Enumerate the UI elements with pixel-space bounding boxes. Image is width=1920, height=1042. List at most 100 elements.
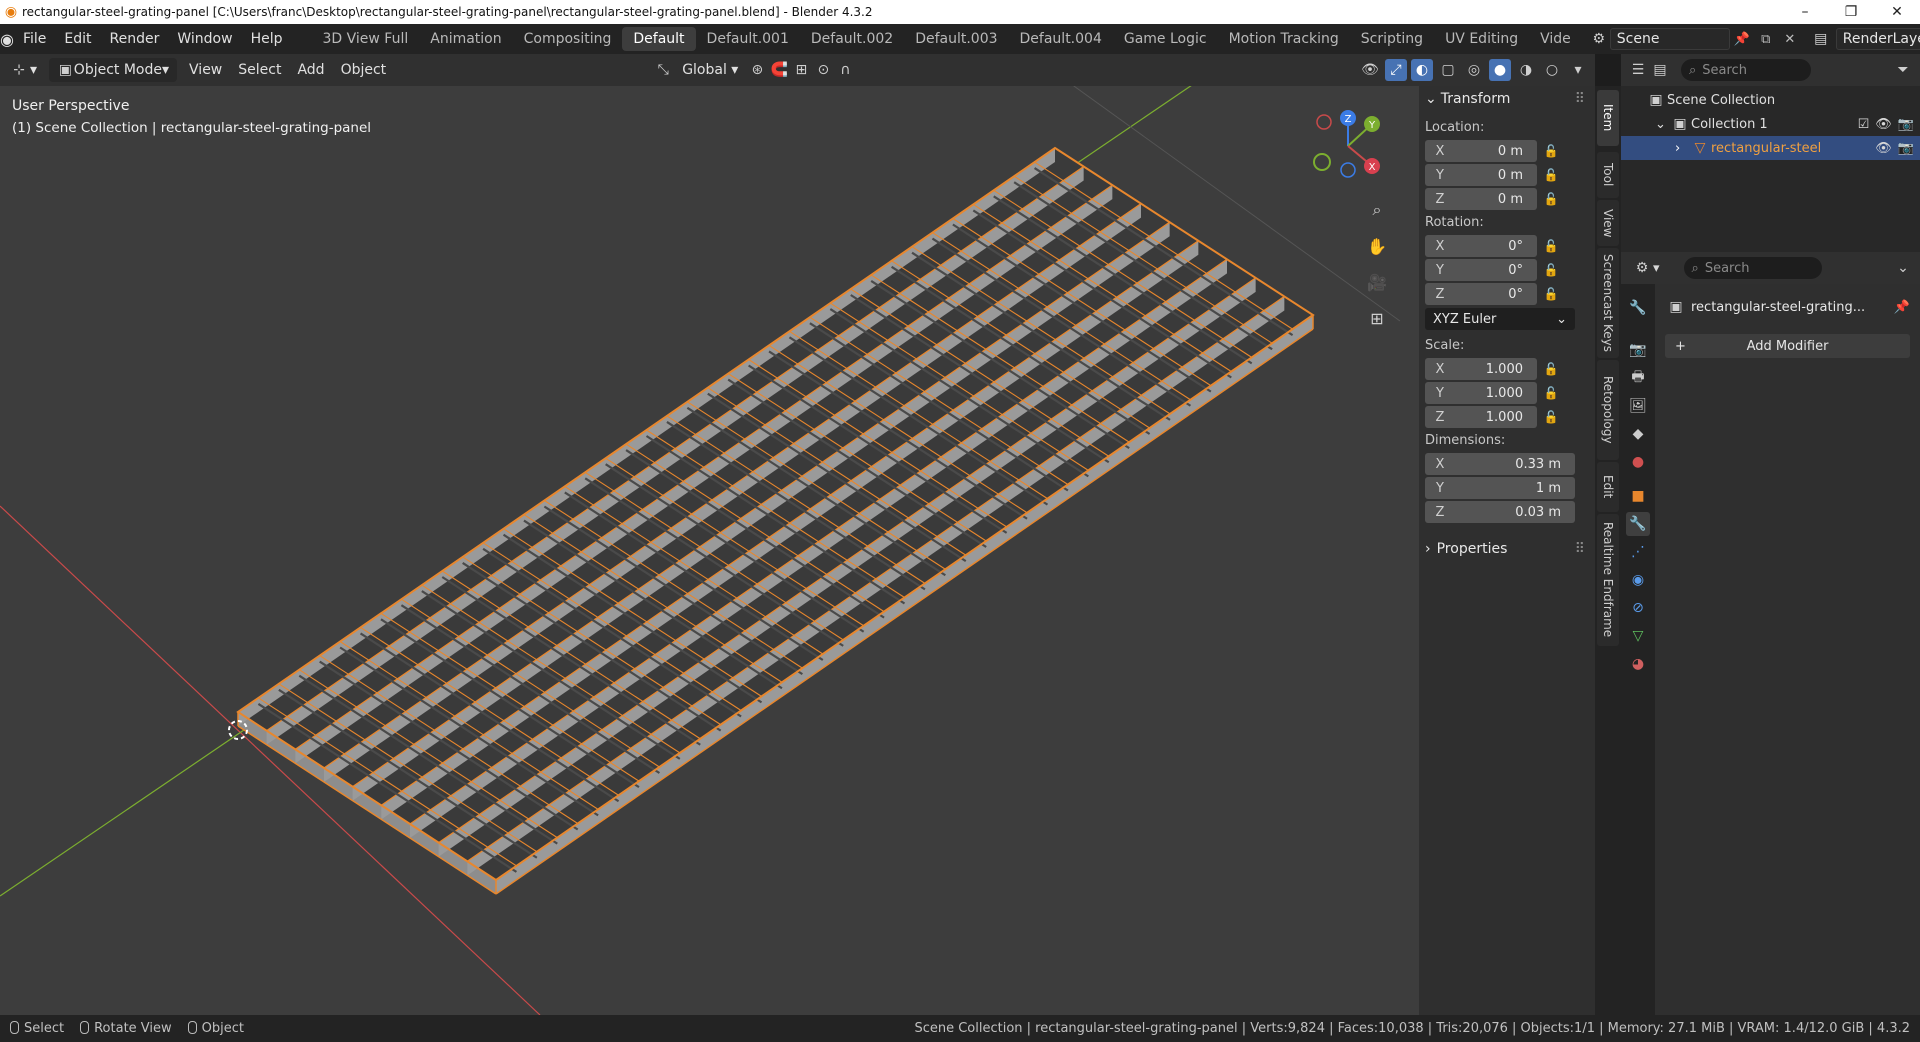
location-z-field[interactable]: Z 0 m xyxy=(1425,188,1537,210)
outliner-search-input[interactable]: ⌕ Search xyxy=(1681,59,1811,81)
tab-default-004[interactable]: Default.004 xyxy=(1009,27,1113,51)
pin-scene-icon[interactable]: 📌 xyxy=(1730,28,1754,50)
lock-icon[interactable]: 🔓 xyxy=(1537,263,1565,277)
display-mode-icon[interactable]: ▤ xyxy=(1649,59,1671,81)
physics-tab-icon[interactable]: ◉ xyxy=(1626,568,1650,592)
material-shading-icon[interactable]: ◑ xyxy=(1515,59,1537,81)
lock-icon[interactable]: 🔓 xyxy=(1537,192,1565,206)
outliner-scene-collection[interactable]: ▣ Scene Collection xyxy=(1621,88,1920,112)
lock-icon[interactable]: 🔓 xyxy=(1537,386,1565,400)
lock-icon[interactable]: 🔓 xyxy=(1537,168,1565,182)
drag-handle-icon[interactable]: ⠿ xyxy=(1575,541,1585,557)
chevron-down-icon[interactable]: ⌄ xyxy=(1892,257,1914,279)
tab-vide[interactable]: Vide xyxy=(1529,27,1582,51)
pin-icon[interactable]: 📌 xyxy=(1894,300,1910,315)
menu-file[interactable]: File xyxy=(14,24,55,54)
eye-icon[interactable]: 👁 xyxy=(1875,117,1892,132)
minimize-button[interactable]: – xyxy=(1782,0,1828,24)
dimensions-y-field[interactable]: Y 1 m xyxy=(1425,477,1575,499)
menu-render[interactable]: Render xyxy=(101,24,169,54)
transform-panel-header[interactable]: ⌄ Transform ⠿ xyxy=(1419,86,1595,112)
menu-edit[interactable]: Edit xyxy=(55,24,100,54)
visibility-icon[interactable]: 👁 xyxy=(1359,59,1381,81)
menu-window[interactable]: Window xyxy=(168,24,241,54)
side-tab-realtime-endframe[interactable]: Realtime Endframe xyxy=(1597,514,1619,646)
snap-icon[interactable]: 🧲 xyxy=(768,59,790,81)
outliner-editor-icon[interactable]: ☰ xyxy=(1627,59,1649,81)
rendered-shading-icon[interactable]: ○ xyxy=(1541,59,1563,81)
tab-game-logic[interactable]: Game Logic xyxy=(1113,27,1218,51)
pivot-icon[interactable]: ⊛ xyxy=(746,59,768,81)
tool-tab-icon[interactable]: 🔧 xyxy=(1626,296,1650,320)
snap-target-icon[interactable]: ⊞ xyxy=(790,59,812,81)
tab-animation[interactable]: Animation xyxy=(419,27,512,51)
particles-tab-icon[interactable]: ⋰ xyxy=(1626,540,1650,564)
mode-selector[interactable]: ▣ Object Mode ▾ xyxy=(49,58,178,82)
side-tab-screencast-keys[interactable]: Screencast Keys xyxy=(1597,248,1619,358)
menu-help[interactable]: Help xyxy=(242,24,292,54)
world-tab-icon[interactable]: ● xyxy=(1626,450,1650,474)
3d-viewport[interactable]: User Perspective (1) Scene Collection | … xyxy=(0,86,1595,1015)
tab-default-001[interactable]: Default.001 xyxy=(696,27,800,51)
properties-editor-icon[interactable]: ⚙ xyxy=(1631,257,1653,279)
maximize-button[interactable]: ❐ xyxy=(1828,0,1874,24)
tab-uv-editing[interactable]: UV Editing xyxy=(1434,27,1529,51)
gizmo-neg-x-axis[interactable] xyxy=(1316,114,1332,130)
view-layer-icon[interactable]: ▤ xyxy=(1810,28,1832,50)
properties-search-input[interactable]: ⌕ Search xyxy=(1683,257,1822,279)
render-tab-icon[interactable]: 📷 xyxy=(1626,338,1650,362)
gizmo-neg-y-axis[interactable] xyxy=(1313,153,1331,171)
navigation-gizmo[interactable]: Z Y X xyxy=(1300,106,1400,186)
shading-options-icon[interactable]: ▾ xyxy=(1567,59,1589,81)
scale-z-field[interactable]: Z 1.000 xyxy=(1425,406,1537,428)
lock-icon[interactable]: 🔓 xyxy=(1537,410,1565,424)
tab-default-002[interactable]: Default.002 xyxy=(800,27,904,51)
scale-y-field[interactable]: Y 1.000 xyxy=(1425,382,1537,404)
viewport-menu-select[interactable]: Select xyxy=(230,58,289,82)
close-button[interactable]: ✕ xyxy=(1874,0,1920,24)
viewport-menu-view[interactable]: View xyxy=(181,58,230,82)
dimensions-x-field[interactable]: X 0.33 m xyxy=(1425,453,1575,475)
outliner-object-row[interactable]: › ▽ rectangular-steel 👁 📷 xyxy=(1621,136,1920,160)
chevron-right-icon[interactable]: › xyxy=(1675,141,1689,156)
rotation-y-field[interactable]: Y 0° xyxy=(1425,259,1537,281)
zoom-icon[interactable]: ⌕ xyxy=(1364,198,1390,222)
lock-icon[interactable]: 🔓 xyxy=(1537,362,1565,376)
proportional-edit-icon[interactable]: ⊙ xyxy=(812,59,834,81)
material-tab-icon[interactable]: ◕ xyxy=(1626,652,1650,676)
tab-default-003[interactable]: Default.003 xyxy=(904,27,1008,51)
outliner-collection-1[interactable]: ⌄ ▣ Collection 1 ☑ 👁 📷 xyxy=(1621,112,1920,136)
pan-hand-icon[interactable]: ✋ xyxy=(1364,234,1390,258)
tab-motion-tracking[interactable]: Motion Tracking xyxy=(1218,27,1350,51)
camera-icon[interactable]: 📷 xyxy=(1898,117,1914,132)
lock-icon[interactable]: 🔓 xyxy=(1537,239,1565,253)
tab-default[interactable]: Default xyxy=(622,27,696,51)
wireframe-shading-icon[interactable]: ◎ xyxy=(1463,59,1485,81)
lock-icon[interactable]: 🔓 xyxy=(1537,287,1565,301)
falloff-icon[interactable]: ∩ xyxy=(834,59,856,81)
scale-x-field[interactable]: X 1.000 xyxy=(1425,358,1537,380)
location-x-field[interactable]: X 0 m xyxy=(1425,140,1537,162)
delete-scene-icon[interactable]: ✕ xyxy=(1778,28,1802,50)
rotation-z-field[interactable]: Z 0° xyxy=(1425,283,1537,305)
blender-menu-icon[interactable]: ◉ xyxy=(0,24,14,54)
camera-view-icon[interactable]: 🎥 xyxy=(1364,270,1390,294)
side-tab-retopology[interactable]: Retopology xyxy=(1597,360,1619,460)
tab-scripting[interactable]: Scripting xyxy=(1350,27,1434,51)
tab-compositing[interactable]: Compositing xyxy=(513,27,623,51)
side-tab-tool[interactable]: Tool xyxy=(1597,152,1619,198)
side-tab-item[interactable]: Item xyxy=(1597,90,1619,146)
viewport-menu-add[interactable]: Add xyxy=(289,58,332,82)
overlay-icon[interactable]: ◐ xyxy=(1411,59,1433,81)
orientation-selector[interactable]: Global ▾ xyxy=(674,58,746,82)
data-tab-icon[interactable]: ▽ xyxy=(1626,624,1650,648)
rotation-x-field[interactable]: X 0° xyxy=(1425,235,1537,257)
add-modifier-button[interactable]: + Add Modifier xyxy=(1665,334,1910,358)
gizmo-neg-z-axis[interactable] xyxy=(1340,162,1356,178)
scene-tab-icon[interactable]: ◆ xyxy=(1626,422,1650,446)
xray-icon[interactable]: ▢ xyxy=(1437,59,1459,81)
solid-shading-icon[interactable]: ● xyxy=(1489,59,1511,81)
object-tab-icon[interactable]: ■ xyxy=(1626,484,1650,508)
checkbox-icon[interactable]: ☑ xyxy=(1858,117,1870,132)
drag-handle-icon[interactable]: ⠿ xyxy=(1575,91,1585,107)
